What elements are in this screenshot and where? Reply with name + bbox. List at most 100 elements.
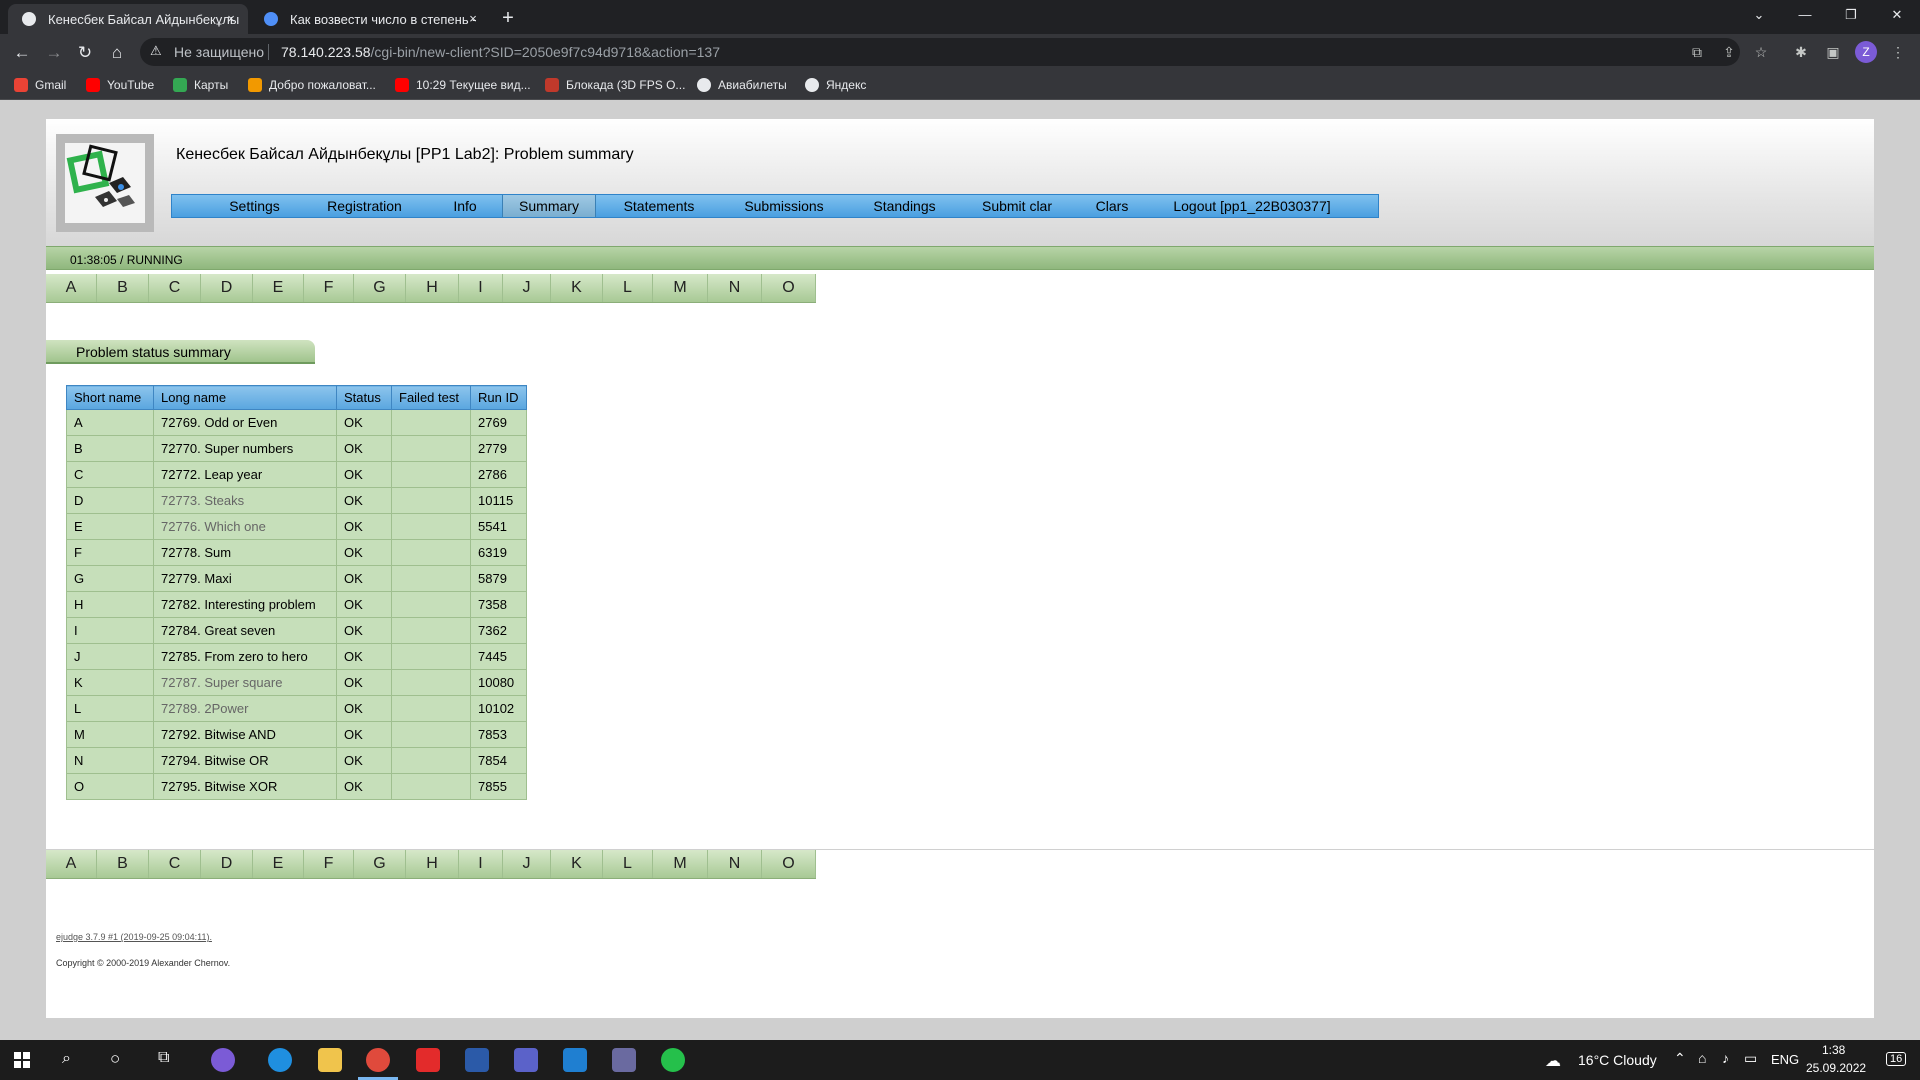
menu-statements[interactable]: Statements <box>598 195 720 217</box>
problem-link-c[interactable]: C <box>149 274 201 302</box>
cell-run-id[interactable]: 7362 <box>470 617 527 644</box>
cell-run-id[interactable]: 7358 <box>470 591 527 618</box>
bookmark-video[interactable]: 10:29 Текущее вид... <box>395 76 531 94</box>
chrome-icon[interactable] <box>366 1048 390 1072</box>
problem-link-e[interactable]: E <box>253 274 304 302</box>
translate-icon[interactable]: ⧉ <box>1687 42 1707 62</box>
problem-link-f[interactable]: F <box>304 850 354 878</box>
problem-link-l[interactable]: L <box>603 274 653 302</box>
close-tab-icon[interactable]: × <box>464 10 482 28</box>
cell-run-id[interactable]: 6319 <box>470 539 527 566</box>
menu-submit-clar[interactable]: Submit clar <box>967 195 1067 217</box>
problem-link-i[interactable]: I <box>459 274 503 302</box>
bookmark-gmail[interactable]: Gmail <box>14 76 66 94</box>
problem-link-l[interactable]: L <box>603 850 653 878</box>
cell-run-id[interactable]: 2769 <box>470 409 527 436</box>
whatsapp-icon[interactable] <box>661 1048 685 1072</box>
cell-run-id[interactable]: 10080 <box>470 669 527 696</box>
close-tab-icon[interactable]: × <box>222 10 240 28</box>
problem-link-h[interactable]: H <box>406 850 459 878</box>
new-tab-button[interactable]: + <box>496 6 520 30</box>
bookmark-star-icon[interactable]: ☆ <box>1751 42 1771 62</box>
menu-standings[interactable]: Standings <box>852 195 957 217</box>
cell-run-id[interactable]: 7445 <box>470 643 527 670</box>
menu-logout[interactable]: Logout [pp1_22B030377] <box>1157 195 1347 217</box>
problem-link-g[interactable]: G <box>354 274 406 302</box>
problem-link-j[interactable]: J <box>503 274 551 302</box>
menu-dots-icon[interactable]: ⋮ <box>1888 42 1908 62</box>
menu-summary[interactable]: Summary <box>502 195 596 217</box>
problem-link-i[interactable]: I <box>459 850 503 878</box>
problem-link-f[interactable]: F <box>304 274 354 302</box>
bookmark-youtube[interactable]: YouTube <box>86 76 154 94</box>
cell-run-id[interactable]: 5879 <box>470 565 527 592</box>
problem-link-d[interactable]: D <box>201 850 253 878</box>
file-explorer-icon[interactable] <box>318 1048 342 1072</box>
bookmark-yandex[interactable]: Яндекс <box>805 76 866 94</box>
problem-link-k[interactable]: K <box>551 274 603 302</box>
problem-link-n[interactable]: N <box>708 850 762 878</box>
bookmark-blockade[interactable]: Блокада (3D FPS O... <box>545 76 685 94</box>
dropdown-icon[interactable]: ⌄ <box>1736 0 1782 30</box>
problem-link-h[interactable]: H <box>406 274 459 302</box>
alice-icon[interactable] <box>211 1048 235 1072</box>
cell-run-id[interactable]: 2779 <box>470 435 527 462</box>
ejudge-version-link[interactable]: ejudge 3.7.9 #1 (2019-09-25 09:04:11). <box>56 932 212 942</box>
close-window-button[interactable]: ✕ <box>1874 0 1920 30</box>
language-indicator[interactable]: ENG <box>1771 1052 1799 1067</box>
microphone-icon[interactable]: ♪ <box>1722 1050 1729 1066</box>
task-view-icon[interactable]: ⧉ <box>158 1049 169 1067</box>
cell-run-id[interactable]: 2786 <box>470 461 527 488</box>
url-text[interactable]: 78.140.223.58/cgi-bin/new-client?SID=205… <box>281 44 720 60</box>
tab-power[interactable]: Как возвести число в степень - × <box>250 4 490 34</box>
battery-icon[interactable]: ▭ <box>1744 1050 1757 1067</box>
problem-link-m[interactable]: M <box>653 274 708 302</box>
problem-link-j[interactable]: J <box>503 850 551 878</box>
cortana-icon[interactable]: ○ <box>110 1049 120 1069</box>
address-bar[interactable]: ⚠ Не защищено 78.140.223.58/cgi-bin/new-… <box>140 38 1740 66</box>
clock-time[interactable]: 1:38 <box>1822 1043 1845 1057</box>
menu-info[interactable]: Info <box>430 195 500 217</box>
security-label[interactable]: Не защищено <box>174 44 264 60</box>
minimize-button[interactable]: — <box>1782 0 1828 30</box>
cell-run-id[interactable]: 10115 <box>470 487 527 514</box>
problem-link-e[interactable]: E <box>253 850 304 878</box>
tray-chevron-icon[interactable]: ⌃ <box>1674 1050 1686 1067</box>
back-icon[interactable]: ← <box>9 40 35 66</box>
vscode-icon[interactable] <box>563 1048 587 1072</box>
profile-avatar[interactable]: Z <box>1855 41 1877 63</box>
windows-start-icon[interactable] <box>14 1052 30 1068</box>
home-icon[interactable]: ⌂ <box>104 40 130 66</box>
cell-run-id[interactable]: 7853 <box>470 721 527 748</box>
cell-run-id[interactable]: 10102 <box>470 695 527 722</box>
word-icon[interactable] <box>465 1048 489 1072</box>
search-icon[interactable]: ⌕ <box>62 1050 71 1068</box>
problem-link-a[interactable]: A <box>46 274 97 302</box>
cell-run-id[interactable]: 7855 <box>470 773 527 800</box>
menu-registration[interactable]: Registration <box>307 195 422 217</box>
extensions-icon[interactable]: ✱ <box>1791 42 1811 62</box>
cell-run-id[interactable]: 7854 <box>470 747 527 774</box>
problem-link-o[interactable]: O <box>762 850 816 878</box>
clock-date[interactable]: 25.09.2022 <box>1806 1061 1866 1075</box>
problem-link-k[interactable]: K <box>551 850 603 878</box>
restore-button[interactable]: ❐ <box>1828 0 1874 30</box>
problem-link-a[interactable]: A <box>46 850 97 878</box>
problem-link-d[interactable]: D <box>201 274 253 302</box>
problem-link-m[interactable]: M <box>653 850 708 878</box>
yandex-browser-icon[interactable] <box>416 1048 440 1072</box>
problem-link-c[interactable]: C <box>149 850 201 878</box>
share-icon[interactable]: ⇪ <box>1719 42 1739 62</box>
bookmark-flights[interactable]: Авиабилеты <box>697 76 787 94</box>
problem-link-o[interactable]: O <box>762 274 816 302</box>
menu-submissions[interactable]: Submissions <box>724 195 844 217</box>
network-icon[interactable]: ⌂ <box>1698 1050 1706 1066</box>
menu-settings[interactable]: Settings <box>212 195 297 217</box>
teams-icon[interactable] <box>514 1048 538 1072</box>
devcpp-icon[interactable] <box>612 1048 636 1072</box>
problem-link-b[interactable]: B <box>97 274 149 302</box>
problem-link-g[interactable]: G <box>354 850 406 878</box>
tab-ejudge[interactable]: Кенесбек Байсал Айдынбекұлы × <box>8 4 248 34</box>
notification-badge[interactable]: 16 <box>1886 1052 1907 1066</box>
bookmark-maps[interactable]: Карты <box>173 76 228 94</box>
